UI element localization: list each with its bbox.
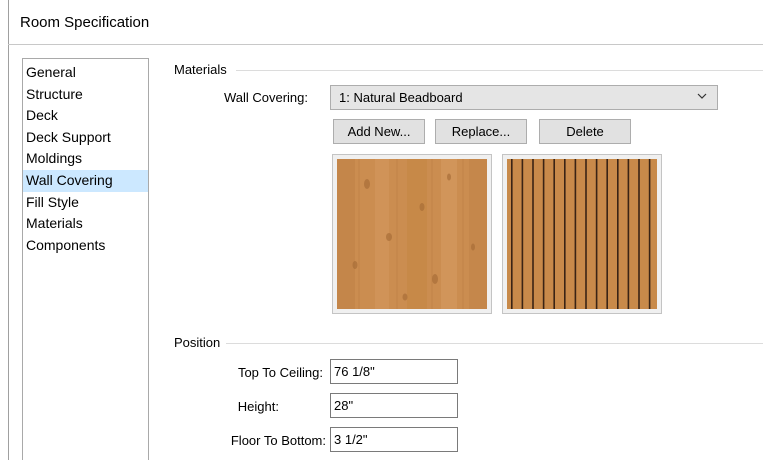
pattern-stripe — [648, 159, 651, 309]
add-new-button[interactable]: Add New... — [333, 119, 425, 144]
pattern-preview-frame — [502, 154, 662, 314]
window-title: Room Specification — [20, 14, 150, 31]
beadboard-pattern-swatch — [507, 159, 657, 309]
pattern-stripe — [617, 159, 619, 309]
wall-covering-value: 1: Natural Beadboard — [339, 90, 463, 105]
floor-to-bottom-label: Floor To Bottom: — [230, 433, 326, 448]
pattern-stripe — [627, 159, 630, 309]
chevron-down-icon — [697, 93, 707, 99]
pattern-stripe — [585, 159, 587, 309]
height-input[interactable]: 28" — [330, 393, 458, 418]
texture-preview-frame — [332, 154, 492, 314]
title-bar: Room Specification — [0, 0, 763, 44]
nav-item-structure[interactable]: Structure — [23, 84, 148, 106]
replace-button[interactable]: Replace... — [435, 119, 527, 144]
pattern-stripe — [511, 159, 513, 309]
position-group-line — [226, 343, 763, 344]
pattern-stripe — [542, 159, 545, 309]
materials-group-line — [236, 70, 763, 71]
pattern-stripe — [574, 159, 577, 309]
nav-item-deck-support[interactable]: Deck Support — [23, 127, 148, 149]
delete-button[interactable]: Delete — [539, 119, 631, 144]
window-frame-left — [8, 0, 9, 460]
materials-group-label: Materials — [174, 62, 233, 77]
wood-texture-swatch — [337, 159, 487, 309]
category-list[interactable]: General Structure Deck Deck Support Mold… — [22, 58, 149, 460]
position-group-label: Position — [174, 335, 227, 350]
nav-item-components[interactable]: Components — [23, 235, 148, 257]
pattern-stripe — [638, 159, 640, 309]
nav-item-wall-covering[interactable]: Wall Covering — [23, 169, 148, 192]
pattern-stripe — [606, 159, 608, 309]
floor-to-bottom-input[interactable]: 3 1/2" — [330, 427, 458, 452]
pattern-stripe — [532, 159, 534, 309]
nav-item-materials[interactable]: Materials — [23, 213, 148, 235]
pattern-stripe — [595, 159, 598, 309]
wall-covering-select[interactable]: 1: Natural Beadboard — [330, 85, 718, 110]
pattern-stripe — [564, 159, 566, 309]
nav-item-fill-style[interactable]: Fill Style — [23, 192, 148, 214]
wall-covering-label: Wall Covering: — [223, 90, 308, 105]
height-label: Height: — [237, 399, 279, 414]
pattern-stripe — [553, 159, 555, 309]
title-separator — [8, 44, 763, 45]
nav-item-deck[interactable]: Deck — [23, 105, 148, 127]
nav-item-general[interactable]: General — [23, 62, 148, 84]
top-to-ceiling-input[interactable]: 76 1/8" — [330, 359, 458, 384]
pattern-stripe — [521, 159, 524, 309]
top-to-ceiling-label: Top To Ceiling: — [237, 365, 323, 380]
nav-item-moldings[interactable]: Moldings — [23, 148, 148, 170]
